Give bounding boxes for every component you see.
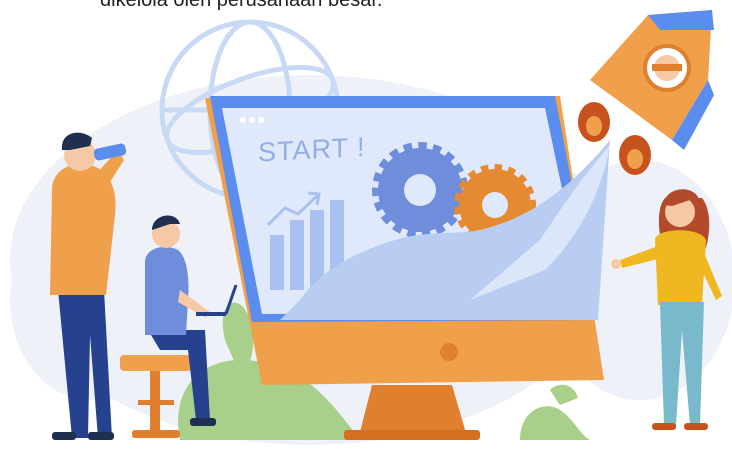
startup-illustration: START ! [10, 10, 732, 445]
window-dots [240, 117, 264, 123]
screen-start-text: START ! [258, 132, 365, 168]
illustration-stage: dikelola oleh perusahaan besar. START ! [0, 0, 732, 450]
